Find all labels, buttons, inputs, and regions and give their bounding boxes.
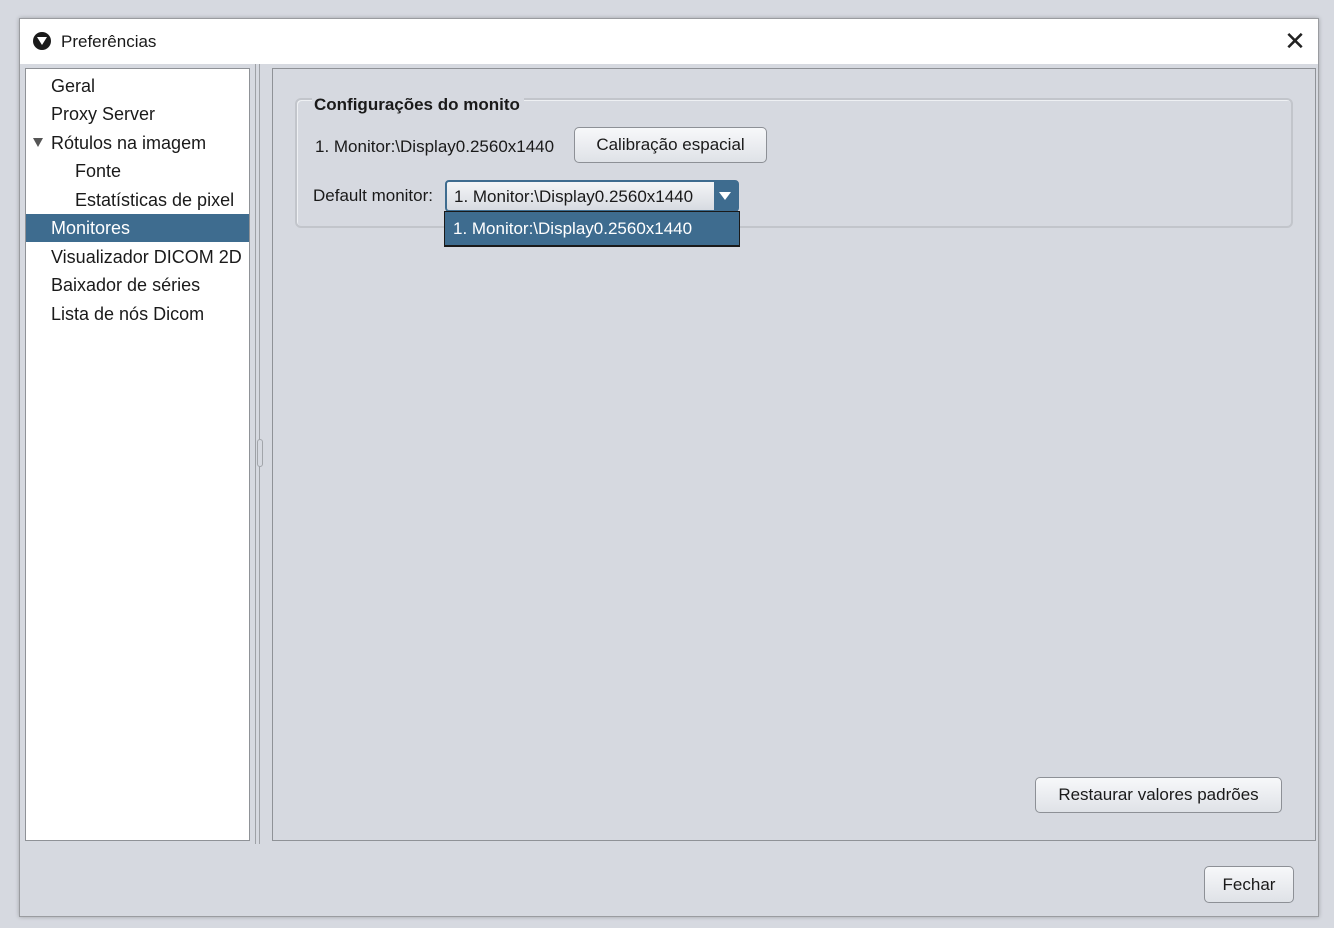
tree-item-monitores[interactable]: Monitores	[26, 214, 249, 242]
group-title: Configurações do monito	[312, 95, 524, 115]
dropdown-button[interactable]	[714, 182, 737, 210]
window-title: Preferências	[61, 32, 157, 51]
tree-item-visualizador-dicom-2d[interactable]: Visualizador DICOM 2D	[26, 243, 249, 271]
app-logo-icon	[33, 32, 51, 50]
close-button[interactable]: Fechar	[1204, 866, 1294, 903]
tree-item-geral[interactable]: Geral	[26, 72, 249, 100]
expand-arrow-icon[interactable]	[33, 138, 43, 147]
default-monitor-label: Default monitor:	[313, 186, 433, 205]
default-monitor-dropdown-list: 1. Monitor:\Display0.2560x1440	[444, 211, 740, 247]
tree-item-proxy-server[interactable]: Proxy Server	[26, 100, 249, 128]
preferences-tree: Geral Proxy Server Rótulos na imagem Fon…	[25, 68, 250, 841]
spatial-calibration-button[interactable]: Calibração espacial	[574, 127, 767, 163]
default-monitor-select[interactable]: 1. Monitor:\Display0.2560x1440	[445, 180, 739, 212]
close-icon[interactable]: ✕	[1272, 19, 1318, 64]
restore-defaults-button[interactable]: Restaurar valores padrões	[1035, 777, 1282, 813]
tree-item-estatisticas-de-pixel[interactable]: Estatísticas de pixel	[26, 186, 249, 214]
tree-item-baixador-de-series[interactable]: Baixador de séries	[26, 271, 249, 299]
tree-item-fonte[interactable]: Fonte	[26, 157, 249, 185]
monitors-panel: Configurações do monito 1. Monitor:\Disp…	[272, 68, 1316, 841]
default-monitor-value: 1. Monitor:\Display0.2560x1440	[454, 187, 694, 206]
preferences-dialog: Preferências ✕ Geral Proxy Server Rótulo…	[19, 18, 1319, 917]
tree-item-lista-de-nos-dicom[interactable]: Lista de nós Dicom	[26, 300, 249, 328]
split-handle-icon[interactable]	[257, 439, 263, 467]
title-bar: Preferências ✕	[20, 19, 1318, 64]
tree-item-rotulos-na-imagem[interactable]: Rótulos na imagem	[26, 129, 249, 157]
dropdown-option[interactable]: 1. Monitor:\Display0.2560x1440	[445, 212, 739, 245]
tree-item-label: Rótulos na imagem	[51, 133, 207, 153]
monitor-label: 1. Monitor:\Display0.2560x1440	[315, 137, 555, 156]
chevron-down-icon	[719, 192, 731, 200]
